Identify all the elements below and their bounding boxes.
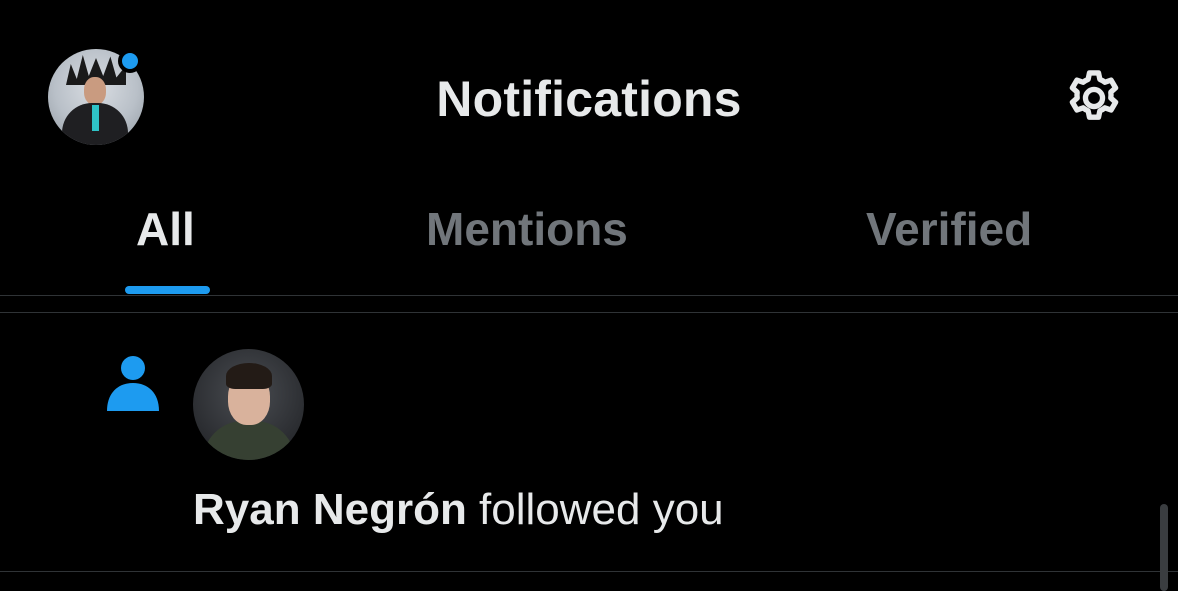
app-header: Notifications <box>0 0 1178 190</box>
tab-all[interactable]: All <box>136 202 195 256</box>
divider <box>0 295 1178 296</box>
notification-text: Ryan Negrón followed you <box>193 485 724 535</box>
gear-icon <box>1069 70 1119 120</box>
page-title: Notifications <box>436 71 742 127</box>
scrollbar[interactable] <box>1160 504 1168 591</box>
settings-button[interactable] <box>1060 64 1128 132</box>
notification-item[interactable]: Ryan Negrón followed you <box>0 313 1178 571</box>
follower-name[interactable]: Ryan Negrón <box>193 485 467 534</box>
follower-avatar[interactable] <box>193 349 304 460</box>
tab-verified[interactable]: Verified <box>866 202 1032 256</box>
tab-mentions[interactable]: Mentions <box>426 202 628 256</box>
active-tab-indicator <box>125 286 210 294</box>
notification-action: followed you <box>466 485 724 534</box>
divider <box>0 571 1178 572</box>
person-follow-icon <box>107 356 159 411</box>
notification-tabs: All Mentions Verified <box>0 190 1178 295</box>
